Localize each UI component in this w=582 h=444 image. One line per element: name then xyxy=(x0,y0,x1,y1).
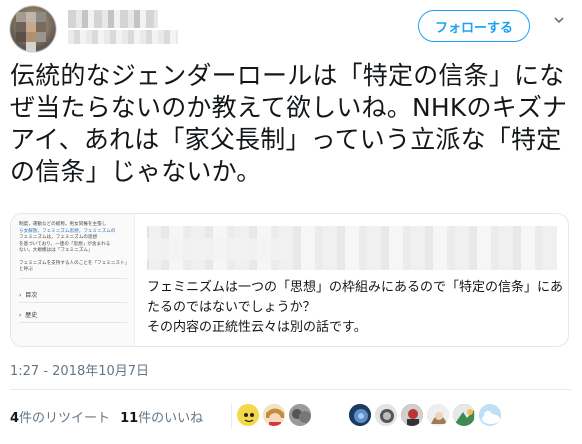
liker-avatar[interactable] xyxy=(478,403,502,427)
tweet-timestamp[interactable]: 1:27 - 2018年10月7日 xyxy=(10,360,149,379)
like-label: 件のいいね xyxy=(138,410,204,426)
thumbnail-subtext: フェミニズムを支持する人のことを「フェミニスト」と呼ぶ xyxy=(19,260,127,273)
like-count-link[interactable]: 11件のいいね xyxy=(120,407,203,426)
liker-avatar[interactable] xyxy=(452,403,476,427)
chevron-down-icon[interactable] xyxy=(551,14,567,30)
stats-separator xyxy=(231,403,232,429)
liker-avatar[interactable] xyxy=(236,403,260,427)
retweet-count: 4 xyxy=(10,410,20,426)
thumbnail-divider xyxy=(19,278,127,279)
thumbnail-line: ない。大規模はは「フェミニズム」 xyxy=(19,248,93,253)
retweet-label: 件のリツイート xyxy=(19,410,111,426)
tweet-header: フォローする xyxy=(0,0,582,56)
card-description: フェミニズムは一つの「思想」の枠組みにあるので「特定の信条」にあたるのではないで… xyxy=(147,280,564,335)
thumbnail-divider xyxy=(19,322,127,323)
liker-avatar[interactable] xyxy=(400,403,424,427)
link-card[interactable]: 制度，運動などの総称。男女同権を主張し ら女解放，フェミニズム思想，フェミニズム… xyxy=(10,213,569,347)
liker-avatar[interactable] xyxy=(374,403,398,427)
thumbnail-menu-item: › 歴史 xyxy=(19,312,38,319)
thumbnail-menu-label: 目次 xyxy=(25,292,38,299)
liker-avatar[interactable] xyxy=(348,403,372,427)
thumbnail-divider xyxy=(19,302,127,303)
tweet-text: 伝統的なジェンダーロールは「特定の信条」になぜ当たらないのか教えて欲しいね。NH… xyxy=(10,61,568,186)
like-count: 11 xyxy=(120,410,139,426)
liker-avatar[interactable] xyxy=(262,403,286,427)
card-thumbnail: 制度，運動などの総称。男女同権を主張し ら女解放，フェミニズム思想，フェミニズム… xyxy=(11,214,135,346)
display-name-redacted[interactable] xyxy=(68,10,158,28)
tweet-stats: 4件のリツイート 11件のいいね xyxy=(10,403,213,429)
avatar-mosaic xyxy=(10,6,56,52)
thumbnail-menu-item: › 目次 xyxy=(19,292,38,299)
thumbnail-menu-label: 歴史 xyxy=(25,312,38,319)
thumbnail-text: 制度，運動などの総称。男女同権を主張し ら女解放，フェミニズム思想，フェミニズム… xyxy=(19,222,131,255)
card-title-redacted-part xyxy=(147,238,287,260)
user-handle-redacted[interactable] xyxy=(68,30,178,44)
divider xyxy=(10,389,572,390)
retweet-count-link[interactable]: 4件のリツイート xyxy=(10,407,110,426)
liker-avatar[interactable] xyxy=(426,403,450,427)
liker-avatar[interactable] xyxy=(288,403,312,427)
follow-button[interactable]: フォローする xyxy=(418,10,530,42)
